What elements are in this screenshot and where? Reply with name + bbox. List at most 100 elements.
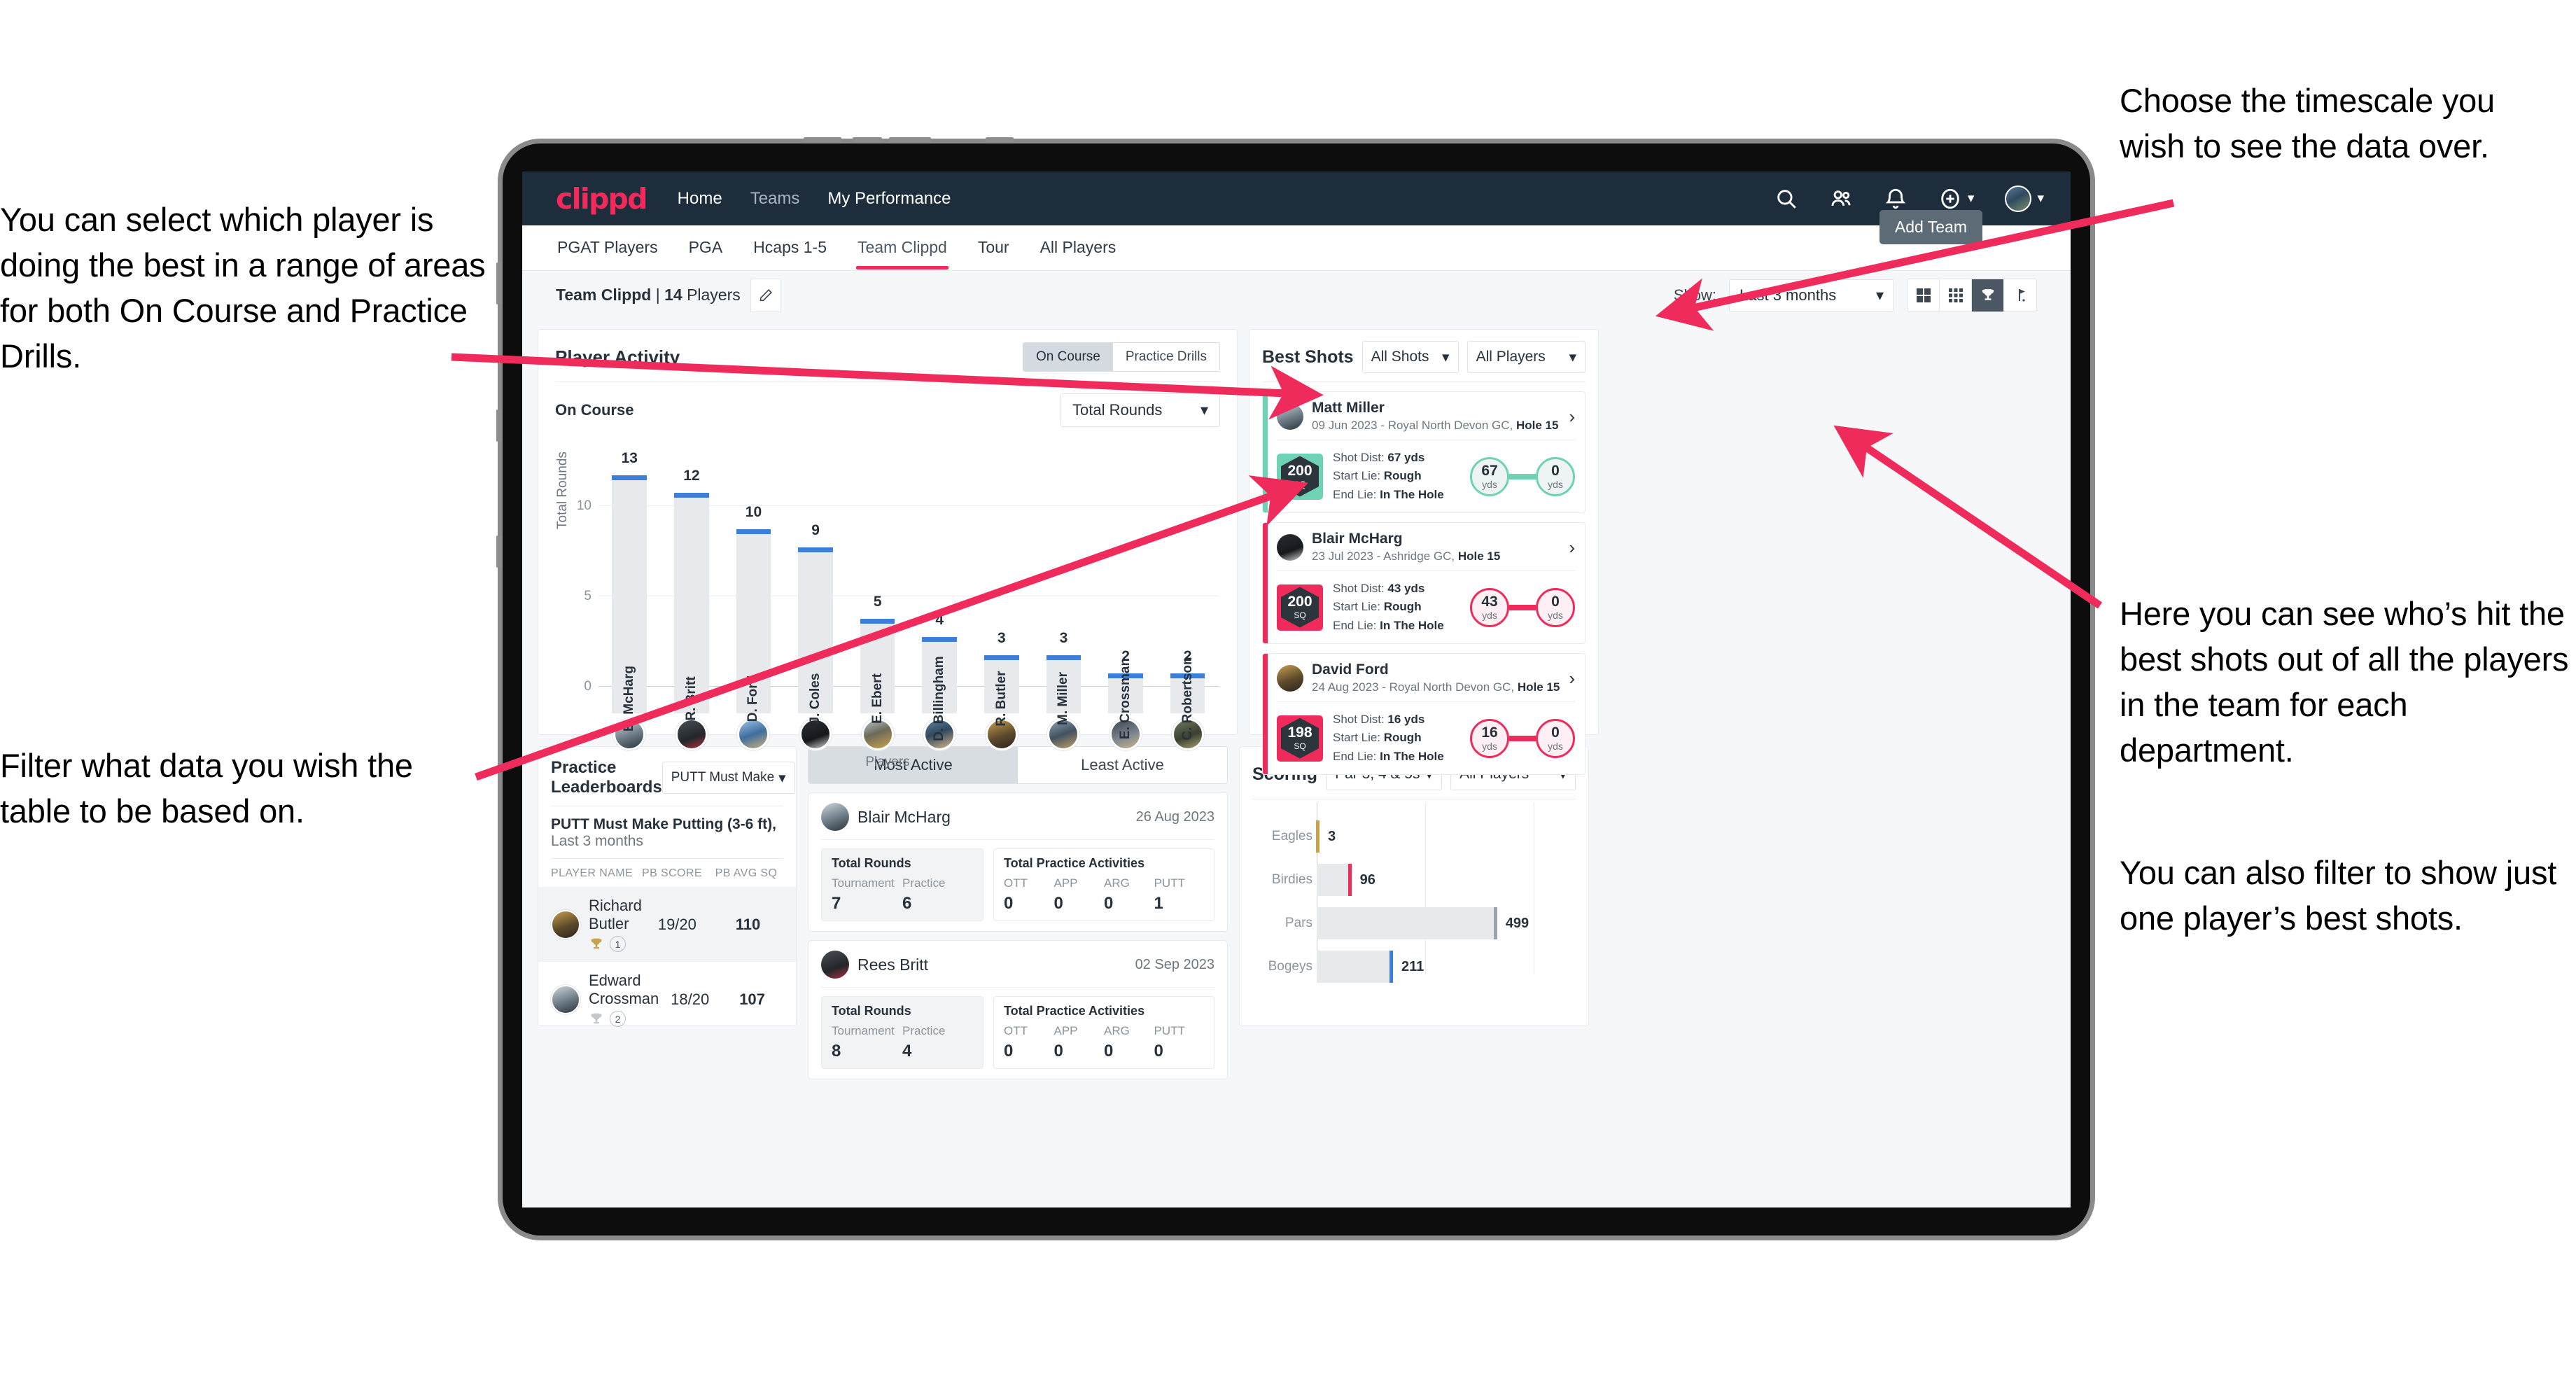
accent-bar	[1263, 392, 1268, 513]
edit-team-button[interactable]	[750, 278, 781, 312]
player-activity-card: Player Activity On Course Practice Drill…	[538, 329, 1238, 769]
scoring-bar-value: 96	[1359, 872, 1376, 888]
app-bar: clippd Home Teams My Performance ▾ ▾	[522, 172, 2071, 225]
avatar[interactable]	[737, 718, 770, 750]
column-pb-score: PB SCORE	[642, 867, 702, 879]
shot-distance-row: Shot Dist: 67 yds	[1333, 451, 1425, 464]
bar-label: R. Britt	[683, 676, 699, 721]
dumbbell-connector	[1509, 473, 1536, 479]
shot-quality-unit: SQ	[1294, 610, 1306, 621]
scoring-bar-row[interactable]: Bogeys 211	[1268, 951, 1424, 983]
best-shot-hole: Hole 15	[1517, 680, 1560, 694]
round-stat-label: Practice	[902, 1024, 946, 1037]
tab-tour[interactable]: Tour	[976, 227, 1011, 270]
player-avatar-cell[interactable]	[661, 718, 723, 750]
search-icon[interactable]	[1774, 187, 1798, 211]
nav-link-home[interactable]: Home	[678, 189, 722, 209]
tab-hcaps-1-5[interactable]: Hcaps 1-5	[752, 227, 828, 270]
table-row[interactable]: Edward Crossman 2 18/20 107	[538, 962, 796, 1037]
scoring-bar-row[interactable]: Eagles 3	[1272, 820, 1336, 853]
scoring-bar[interactable]	[1317, 951, 1394, 983]
chevron-down-icon: ▾	[1442, 349, 1450, 365]
trophy-icon[interactable]	[1972, 279, 2004, 312]
bar-label: R. Butler	[993, 671, 1009, 727]
bar[interactable]: 2 C. Robertson	[1170, 648, 1205, 741]
distance-to-value: 0	[1551, 462, 1560, 479]
bar[interactable]: 9 J. Coles	[798, 522, 833, 724]
bell-icon[interactable]	[1884, 187, 1907, 211]
scoring-bar-row[interactable]: Pars 499	[1285, 907, 1529, 939]
clippd-logo[interactable]: clippd	[556, 182, 648, 216]
bar[interactable]: 4 D. Billingham	[922, 612, 958, 741]
metric-select[interactable]: Total Rounds ▾	[1060, 393, 1220, 427]
bar-cell[interactable]: 4 D. Billingham	[909, 434, 971, 741]
bar[interactable]: 13 B. McHarg	[612, 450, 648, 732]
bar-cap	[922, 637, 958, 643]
best-shot-card[interactable]: David Ford 24 Aug 2023 - Royal North Devo…	[1262, 653, 1586, 776]
tab-all-players[interactable]: All Players	[1039, 227, 1118, 270]
segment-on-course[interactable]: On Course	[1023, 343, 1113, 371]
distance-to-value: 0	[1551, 593, 1560, 610]
distance-from: 67 yds	[1470, 456, 1509, 496]
avatar[interactable]	[675, 718, 708, 750]
tab-team-clippd[interactable]: Team Clippd	[856, 227, 948, 270]
bar[interactable]: 3 M. Miller	[1046, 630, 1082, 725]
team-tabs: PGAT Players PGA Hcaps 1-5 Team Clippd T…	[522, 210, 2071, 270]
grid-large-icon[interactable]	[1907, 279, 1940, 312]
best-shot-player-name: Matt Miller	[1312, 400, 1385, 416]
best-shots-player-select[interactable]: All Players ▾	[1466, 341, 1586, 373]
shot-type-select[interactable]: All Shots ▾	[1362, 341, 1459, 373]
best-shot-card[interactable]: Matt Miller 09 Jun 2023 - Royal North Dev…	[1262, 391, 1586, 514]
activity-card[interactable]: Blair McHarg 26 Aug 2023 Total Rounds Tourn…	[808, 792, 1228, 932]
round-stat-label: Practice	[902, 876, 946, 890]
activity-panel: Most Active Least Active Blair McHarg 26 …	[808, 746, 1228, 1079]
bar-cell[interactable]: 13 B. McHarg	[598, 434, 661, 732]
bar-cell[interactable]: 2 C. Robertson	[1156, 434, 1219, 741]
scoring-bar[interactable]	[1317, 907, 1497, 939]
scoring-bar[interactable]	[1317, 864, 1352, 896]
golf-flag-icon[interactable]	[2004, 279, 2036, 312]
hexagon-icon: 200 SQ	[1281, 456, 1319, 497]
profile-menu[interactable]: ▾	[2005, 185, 2044, 212]
bar-cell[interactable]: 12 R. Britt	[661, 434, 723, 721]
add-menu[interactable]: ▾	[1938, 187, 1974, 211]
chevron-right-icon[interactable]: ›	[1569, 407, 1575, 426]
player-avatar-cell[interactable]	[722, 718, 785, 750]
plus-circle-icon[interactable]	[1938, 187, 1962, 211]
best-shot-card[interactable]: Blair McHarg 23 Jul 2023 - Ashridge GC, H…	[1262, 522, 1586, 645]
bar-cell[interactable]: 10 D. Ford	[722, 434, 785, 722]
tab-pgat-players[interactable]: PGAT Players	[556, 227, 659, 270]
tab-pga[interactable]: PGA	[687, 227, 724, 270]
timescale-select[interactable]: Last 3 months ▾	[1729, 279, 1894, 312]
bar-cell[interactable]: 9 J. Coles	[785, 434, 847, 724]
practice-activities-title: Total Practice Activities	[1004, 1004, 1145, 1018]
scoring-bar-row[interactable]: Birdies 96	[1272, 864, 1376, 896]
bar[interactable]: 3 R. Butler	[984, 630, 1019, 727]
bar-value: 3	[997, 629, 1006, 646]
bar-cell[interactable]: 5 E. Ebert	[846, 434, 909, 724]
people-icon[interactable]	[1829, 187, 1853, 211]
annotation-top-right: Choose the timescale you wish to see the…	[2120, 82, 2495, 164]
best-shot-meta: 24 Aug 2023 - Royal North Devon GC, Hole…	[1312, 680, 1560, 694]
grid-small-icon[interactable]	[1940, 279, 1972, 312]
bar-cell[interactable]: 3 R. Butler	[971, 434, 1033, 727]
activity-card-body: Total Rounds Tournament 7 Practice 6 Total Pr…	[821, 848, 1214, 921]
bar[interactable]: 10 D. Ford	[736, 504, 771, 722]
bar-cell[interactable]: 2 E. Crossman	[1095, 434, 1157, 739]
avatar[interactable]	[2005, 185, 2032, 212]
table-row[interactable]: Richard Butler 1 19/20 110	[538, 887, 796, 962]
bar[interactable]: 12 R. Britt	[674, 468, 709, 721]
nav-link-my-performance[interactable]: My Performance	[827, 189, 951, 209]
scoring-bar-value: 211	[1401, 958, 1424, 974]
segment-practice-drills[interactable]: Practice Drills	[1112, 343, 1219, 371]
activity-card[interactable]: Rees Britt 02 Sep 2023 Total Rounds Tournam…	[808, 940, 1228, 1079]
scoring-bar[interactable]	[1316, 820, 1320, 853]
chevron-right-icon[interactable]: ›	[1569, 669, 1575, 687]
nav-link-teams[interactable]: Teams	[750, 189, 800, 209]
chevron-right-icon[interactable]: ›	[1569, 538, 1575, 556]
bar[interactable]: 2 E. Crossman	[1108, 648, 1143, 739]
on-course-label: On Course	[555, 401, 634, 419]
bar-cell[interactable]: 3 M. Miller	[1032, 434, 1095, 725]
bar[interactable]: 5 E. Ebert	[860, 594, 895, 724]
player-info: Edward Crossman 2	[589, 972, 659, 1027]
